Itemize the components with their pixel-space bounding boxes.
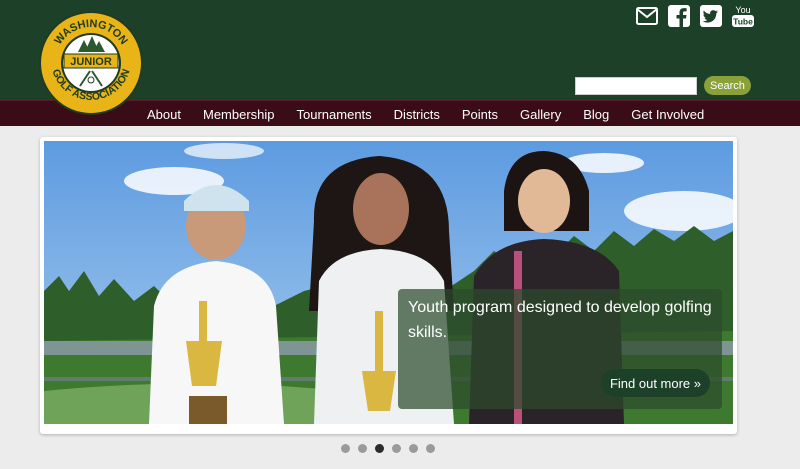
slider-dot-active[interactable] — [375, 444, 384, 453]
slide-caption-text: Youth program designed to develop golfin… — [408, 299, 712, 341]
svg-text:Tube: Tube — [733, 17, 753, 27]
social-links: You Tube — [636, 4, 754, 28]
hero-slider: Youth program designed to develop golfin… — [40, 137, 737, 434]
slider-dot[interactable] — [358, 444, 367, 453]
svg-text:JUNIOR: JUNIOR — [70, 56, 112, 68]
nav-item-districts[interactable]: Districts — [394, 107, 440, 122]
search-button[interactable]: Search — [704, 76, 751, 95]
slider-dot[interactable] — [341, 444, 350, 453]
twitter-icon[interactable] — [700, 4, 722, 28]
nav-item-blog[interactable]: Blog — [583, 107, 609, 122]
wjga-logo[interactable]: JUNIOR WASHINGTON GOLF ASSOCIATION — [38, 10, 144, 116]
find-out-more-button[interactable]: Find out more » — [600, 369, 710, 397]
slide-caption: Youth program designed to develop golfin… — [398, 289, 722, 409]
slider-dot[interactable] — [409, 444, 418, 453]
facebook-icon[interactable] — [668, 4, 690, 28]
slider-dot[interactable] — [426, 444, 435, 453]
site-header: JUNIOR WASHINGTON GOLF ASSOCIATION You T… — [0, 0, 800, 115]
youtube-icon[interactable]: You Tube — [732, 4, 754, 28]
email-icon[interactable] — [636, 4, 658, 28]
nav-item-get-involved[interactable]: Get Involved — [631, 107, 704, 122]
nav-item-gallery[interactable]: Gallery — [520, 107, 561, 122]
slider-pagination — [341, 444, 435, 453]
nav-item-tournaments[interactable]: Tournaments — [297, 107, 372, 122]
hero-slide[interactable]: Youth program designed to develop golfin… — [44, 141, 733, 424]
nav-item-points[interactable]: Points — [462, 107, 498, 122]
slider-dot[interactable] — [392, 444, 401, 453]
search-input[interactable] — [575, 76, 697, 95]
nav-menu: About Membership Tournaments Districts P… — [147, 101, 704, 127]
svg-text:You: You — [735, 5, 750, 15]
nav-item-about[interactable]: About — [147, 107, 181, 122]
search-form: Search — [575, 76, 751, 95]
nav-item-membership[interactable]: Membership — [203, 107, 275, 122]
